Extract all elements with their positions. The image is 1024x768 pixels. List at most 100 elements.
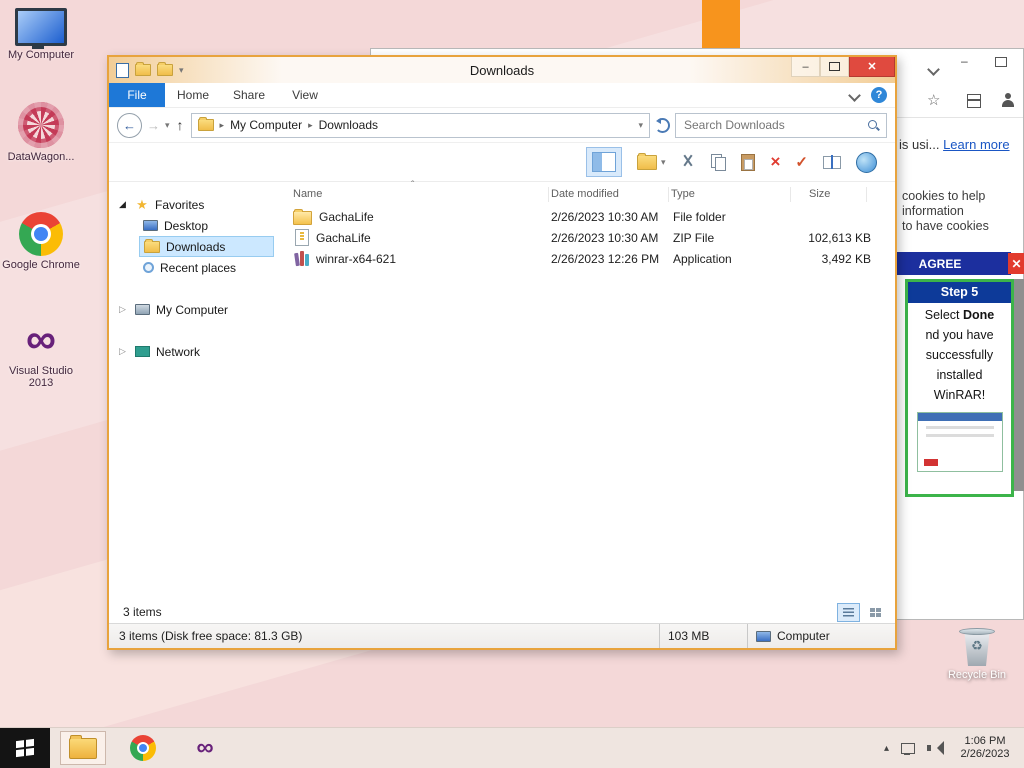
extensions-icon[interactable] [967, 94, 981, 108]
desktop-mini-icon [143, 220, 158, 231]
browser-minimize-button[interactable]: – [961, 54, 968, 68]
file-row[interactable]: GachaLife 2/26/2023 10:30 AM File folder [277, 206, 895, 227]
close-button[interactable]: ✕ [849, 57, 895, 77]
step-instructions: Select Done nd you have successfully ins… [908, 303, 1011, 405]
location-icon [197, 117, 214, 131]
refresh-icon[interactable] [655, 117, 670, 133]
popup-close-button[interactable]: ✕ [1008, 253, 1024, 274]
breadcrumb-root[interactable]: My Computer [230, 118, 302, 132]
chrome-icon [19, 212, 63, 256]
breadcrumb[interactable]: ▸ My Computer ▸ Downloads ▾ [190, 112, 650, 138]
cookie-line: to have cookies [902, 219, 989, 233]
recent-places-icon [143, 262, 154, 273]
column-header-name[interactable]: ˆ Name [293, 180, 549, 202]
downloads-mini-icon [144, 238, 160, 253]
qat-properties-icon[interactable] [135, 62, 151, 76]
desktop-icon-my-computer[interactable]: My Computer [2, 8, 80, 61]
expander-open-icon[interactable]: ◢ [119, 199, 129, 210]
column-header-modified[interactable]: Date modified [549, 186, 669, 202]
minimize-button[interactable]: – [791, 57, 820, 77]
expander-closed-icon[interactable]: ▷ [119, 304, 129, 315]
details-view-button[interactable] [837, 602, 860, 622]
file-row[interactable]: GachaLife 2/26/2023 10:30 AM ZIP File 10… [277, 227, 895, 248]
volume-icon[interactable] [927, 741, 944, 755]
desktop-icon-label: DataWagon... [7, 151, 75, 163]
chevron-down-icon[interactable] [927, 63, 940, 76]
cookie-line: information [902, 204, 964, 218]
datawagon-icon [18, 102, 64, 148]
quick-access-toolbar: ▾ [116, 62, 184, 78]
chevron-right-icon: ▸ [219, 119, 225, 130]
taskbar-clock[interactable]: 1:06 PM 2/26/2023 [956, 735, 1014, 761]
application-icon [294, 251, 309, 267]
status-details-bar: 3 items (Disk free space: 81.3 GB) 103 M… [109, 623, 895, 648]
paste-icon[interactable] [741, 153, 756, 171]
search-input[interactable] [682, 117, 867, 133]
desktop-icon-datawagon[interactable]: DataWagon... [2, 102, 80, 163]
column-header-type[interactable]: Type [669, 186, 791, 202]
favorites-star-icon: ★ [136, 196, 148, 212]
file-modified: 2/26/2023 10:30 AM [551, 230, 659, 245]
start-button[interactable] [0, 728, 50, 768]
new-folder-icon [636, 152, 657, 170]
new-folder-button[interactable]: ▾ [636, 152, 665, 170]
sidebar-item-desktop[interactable]: Desktop [139, 215, 277, 236]
sidebar-item-downloads-selected[interactable]: Downloads [139, 236, 274, 257]
step-line: Select [924, 308, 963, 322]
copy-icon[interactable] [711, 154, 727, 171]
sidebar-item-network[interactable]: ▷ Network [109, 341, 277, 362]
desktop-icon-label: Recycle Bin [947, 669, 1007, 681]
search-box[interactable] [675, 112, 887, 138]
file-size: 3,492 KB [821, 251, 871, 266]
column-headers: ˆ Name Date modified Type Size [277, 180, 895, 206]
cut-icon[interactable] [680, 154, 696, 170]
desktop-icon-recycle-bin[interactable]: ♻ Recycle Bin [938, 624, 1016, 681]
confirm-icon[interactable]: ✓ [795, 153, 808, 171]
delete-icon[interactable]: × [770, 153, 780, 170]
preview-pane-button[interactable] [585, 147, 622, 177]
browser-maximize-button[interactable] [995, 57, 1007, 67]
forward-button[interactable]: → [147, 118, 160, 133]
history-dropdown-icon[interactable]: ▾ [165, 120, 170, 131]
taskbar-chrome-button[interactable] [120, 731, 166, 765]
qat-new-folder-icon[interactable] [157, 62, 173, 76]
expander-closed-icon[interactable]: ▷ [119, 346, 129, 357]
step-title: Step 5 [908, 282, 1011, 303]
title-bar: ▾ Downloads – ✕ [109, 57, 895, 83]
desktop-icon-google-chrome[interactable]: Google Chrome [2, 212, 80, 271]
rename-icon[interactable] [823, 154, 841, 169]
maximize-button[interactable] [820, 57, 849, 77]
taskbar-file-explorer-button[interactable] [60, 731, 106, 765]
column-header-size[interactable]: Size [791, 186, 867, 202]
sidebar-item-label: Network [156, 344, 201, 359]
tab-view[interactable]: View [277, 83, 333, 107]
taskbar-visual-studio-button[interactable]: ∞ [182, 731, 228, 765]
sidebar-item-favorites[interactable]: ◢ ★ Favorites [109, 194, 277, 215]
sidebar-item-recent-places[interactable]: Recent places [139, 257, 277, 278]
tab-share[interactable]: Share [221, 83, 277, 107]
address-dropdown-icon[interactable]: ▾ [638, 120, 643, 131]
profile-icon[interactable] [1001, 93, 1015, 107]
network-icon[interactable] [901, 742, 915, 755]
file-type: ZIP File [673, 230, 715, 245]
tab-file[interactable]: File [109, 83, 165, 107]
tray-expand-icon[interactable]: ▴ [884, 743, 889, 754]
sidebar-item-my-computer[interactable]: ▷ My Computer [109, 299, 277, 320]
up-button[interactable]: ↑ [177, 117, 184, 133]
desktop-icon-visual-studio[interactable]: ∞ Visual Studio 2013 [2, 316, 80, 390]
thumbnails-view-button[interactable] [864, 603, 887, 622]
breadcrumb-current[interactable]: Downloads [319, 118, 378, 132]
learn-more-link[interactable]: Learn more [943, 137, 1009, 152]
globe-icon[interactable] [856, 151, 877, 173]
system-tray: ▴ 1:06 PM 2/26/2023 [884, 728, 1024, 768]
bookmark-star-icon[interactable]: ☆ [927, 91, 940, 109]
file-type: Application [673, 251, 732, 266]
clock-date: 2/26/2023 [960, 748, 1010, 760]
qat-dropdown-icon[interactable]: ▾ [179, 65, 184, 76]
ribbon-expand-icon[interactable] [848, 88, 861, 102]
file-row[interactable]: winrar-x64-621 2/26/2023 12:26 PM Applic… [277, 248, 895, 269]
tab-home[interactable]: Home [165, 83, 221, 107]
help-icon[interactable]: ? [871, 87, 887, 103]
back-button[interactable]: ← [117, 112, 142, 138]
taskbar: ∞ ▴ 1:06 PM 2/26/2023 [0, 727, 1024, 768]
